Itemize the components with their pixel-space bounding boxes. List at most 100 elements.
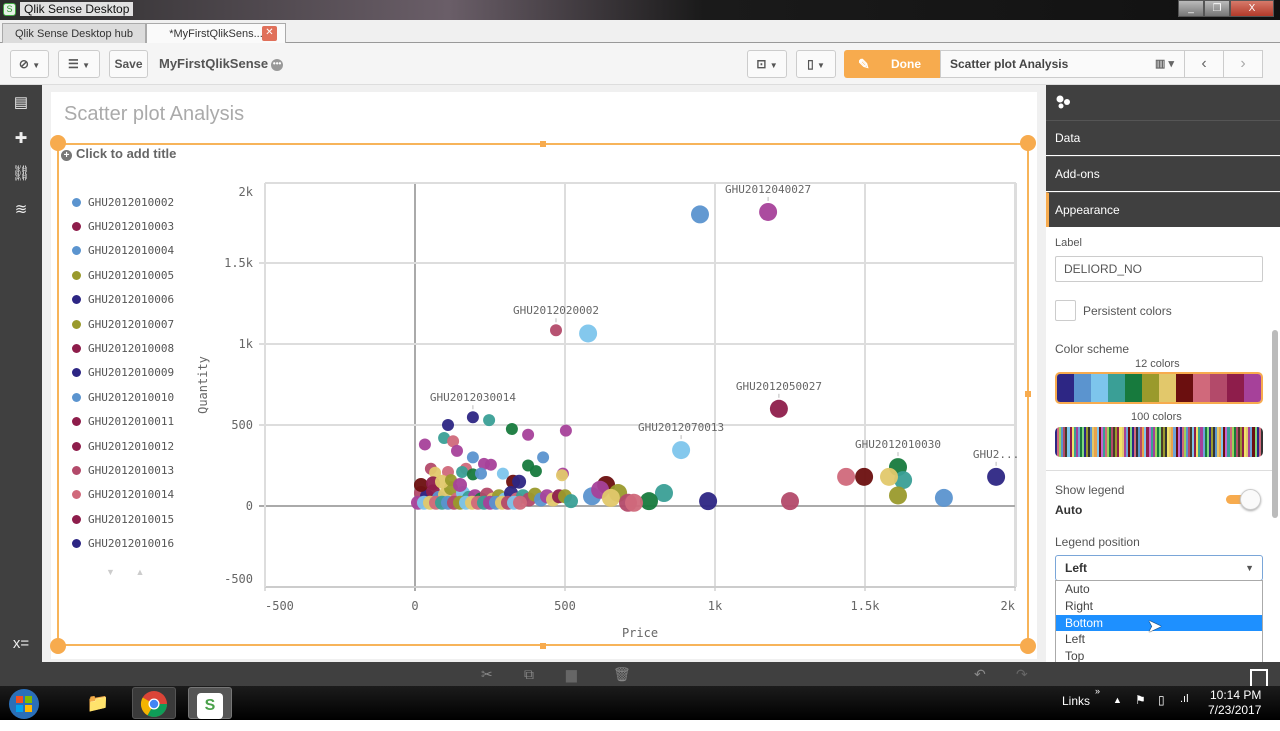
action-center-icon[interactable]: ⚑ (1135, 693, 1146, 707)
tray-expand-icon[interactable]: ▲ (1113, 695, 1122, 705)
add-title-button[interactable]: + Click to add title (61, 146, 176, 161)
resize-handle[interactable] (540, 643, 546, 649)
legend-item[interactable]: GHU2012010005 (72, 263, 202, 287)
link-icon[interactable]: ⛓ (11, 164, 31, 184)
legend-item[interactable]: GHU2012010004 (72, 239, 202, 263)
legend-item[interactable]: GHU2012010008 (72, 336, 202, 360)
variable-icon[interactable]: x= (11, 634, 31, 654)
resize-handle[interactable] (50, 638, 66, 654)
cut-icon[interactable]: ✂ (481, 666, 493, 683)
database-icon[interactable]: ≋ (11, 200, 31, 220)
section-add-ons[interactable]: Add-ons (1046, 156, 1280, 191)
chart-legend: GHU2012010002 GHU2012010003 GHU2012010004 G… (72, 190, 202, 556)
legend-swatch (72, 295, 81, 305)
navigation-menu-button[interactable]: ⊘ ▼ (10, 50, 49, 78)
legend-scroll-down[interactable]: ▼ (106, 567, 115, 577)
color-scheme-12[interactable] (1055, 372, 1263, 404)
restore-button[interactable]: ❐ (1204, 0, 1230, 17)
legend-item[interactable]: GHU2012010009 (72, 361, 202, 385)
legend-label: GHU2012010008 (88, 342, 175, 356)
legend-item[interactable]: GHU2012010016 (72, 531, 202, 555)
scheme-swatch (1125, 374, 1142, 402)
legend-item[interactable]: GHU2012010007 (72, 312, 202, 336)
tab-app[interactable]: *MyFirstQlikSens... ✕ (146, 23, 286, 43)
add-title-label: Click to add title (76, 146, 177, 161)
delete-icon[interactable]: 🗑 (613, 666, 631, 683)
presentation-icon: ⊡ (756, 57, 767, 71)
clock-date[interactable]: 7/23/2017 (1208, 703, 1261, 717)
legend-swatch (72, 344, 81, 354)
qlik-app-icon: S (3, 3, 16, 16)
present-button[interactable]: ⊡ ▼ (747, 50, 787, 78)
chevron-down-icon: ▼ (1245, 563, 1254, 573)
clock-time[interactable]: 10:14 PM (1210, 688, 1261, 702)
legend-item[interactable]: GHU2012010002 (72, 190, 202, 214)
legend-item[interactable]: GHU2012010003 (72, 214, 202, 238)
resize-handle[interactable] (1020, 638, 1036, 654)
more-icon[interactable]: ••• (271, 58, 284, 71)
legend-item[interactable]: GHU2012010011 (72, 410, 202, 434)
minimize-button[interactable]: _ (1178, 0, 1204, 17)
legend-label: GHU2012010009 (88, 366, 175, 380)
app-name-text: MyFirstQlikSense (159, 56, 269, 71)
legend-position-label: Legend position (1055, 535, 1140, 549)
scatter-object-frame[interactable] (57, 143, 1029, 646)
start-icon[interactable] (4, 687, 44, 719)
save-button[interactable]: Save (109, 50, 148, 78)
sheet-selector[interactable]: Scatter plot Analysis ▥ ▾ (940, 50, 1185, 78)
previous-sheet-button[interactable]: ‹ (1184, 50, 1224, 78)
links-expand-icon[interactable]: » (1095, 686, 1100, 696)
plus-icon: + (61, 150, 72, 161)
label-input[interactable]: DELIORD_NO (1055, 256, 1263, 282)
legend-item[interactable]: GHU2012010015 (72, 507, 202, 531)
section-appearance[interactable]: Appearance (1046, 192, 1280, 227)
legend-item[interactable]: GHU2012010012 (72, 434, 202, 458)
persistent-colors-checkbox[interactable] (1055, 300, 1076, 321)
resize-handle[interactable] (1025, 391, 1031, 397)
legend-swatch (72, 197, 81, 207)
show-legend-value: Auto (1055, 503, 1083, 517)
legend-swatch (72, 514, 81, 524)
legend-label: GHU2012010010 (88, 390, 175, 404)
tab-hub[interactable]: Qlik Sense Desktop hub (2, 23, 146, 43)
panel-scrollbar[interactable] (1272, 330, 1278, 518)
sheet-title[interactable]: Scatter plot Analysis (64, 103, 244, 126)
legend-item[interactable]: GHU2012010006 (72, 288, 202, 312)
redo-icon[interactable]: ↷ (1016, 666, 1028, 683)
tab-bar: Qlik Sense Desktop hub *MyFirstQlikSens.… (0, 20, 1280, 43)
section-data[interactable]: Data (1046, 120, 1280, 155)
charts-icon[interactable]: ▤ (11, 93, 31, 113)
dropdown-option-auto[interactable]: Auto (1056, 581, 1262, 598)
bookmark-button[interactable]: ▯ ▼ (796, 50, 836, 78)
extensions-icon[interactable]: ✚ (11, 129, 31, 149)
battery-icon[interactable]: ▯ (1158, 693, 1165, 707)
legend-label: GHU2012010013 (88, 463, 175, 477)
chrome-icon[interactable] (132, 687, 176, 719)
legend-scroll-up[interactable]: ▲ (135, 567, 144, 577)
next-sheet-button[interactable]: › (1223, 50, 1263, 78)
copy-icon[interactable]: ⧉ (524, 666, 534, 683)
qlik-icon[interactable]: S (188, 687, 232, 719)
global-menu-button[interactable]: ☰ ▼ (58, 50, 100, 78)
resize-handle[interactable] (540, 141, 546, 147)
scheme-swatch (1227, 374, 1244, 402)
legend-item[interactable]: GHU2012010014 (72, 483, 202, 507)
done-button[interactable]: ✎ Done (844, 50, 940, 78)
undo-icon[interactable]: ↶ (974, 666, 986, 683)
legend-item[interactable]: GHU2012010013 (72, 458, 202, 482)
chart-icon: ▥ ▾ (1155, 58, 1174, 70)
legend-position-select[interactable]: Left ▼ (1055, 555, 1263, 581)
legend-item[interactable]: GHU2012010010 (72, 385, 202, 409)
panel-toggle-icon[interactable] (1250, 669, 1268, 686)
color-scheme-100[interactable] (1055, 427, 1263, 457)
dropdown-option-right[interactable]: Right (1056, 598, 1262, 615)
resize-handle[interactable] (1020, 135, 1036, 151)
show-legend-toggle[interactable] (1226, 489, 1262, 511)
close-icon[interactable]: ✕ (262, 26, 277, 41)
close-window-button[interactable]: X (1230, 0, 1274, 17)
paste-icon[interactable]: ▆ (566, 666, 577, 683)
explorer-icon[interactable]: 📁 (76, 687, 120, 719)
legend-swatch (72, 465, 81, 475)
signal-icon[interactable]: .ıl (1180, 693, 1189, 705)
links-toolbar[interactable]: Links (1062, 694, 1090, 708)
